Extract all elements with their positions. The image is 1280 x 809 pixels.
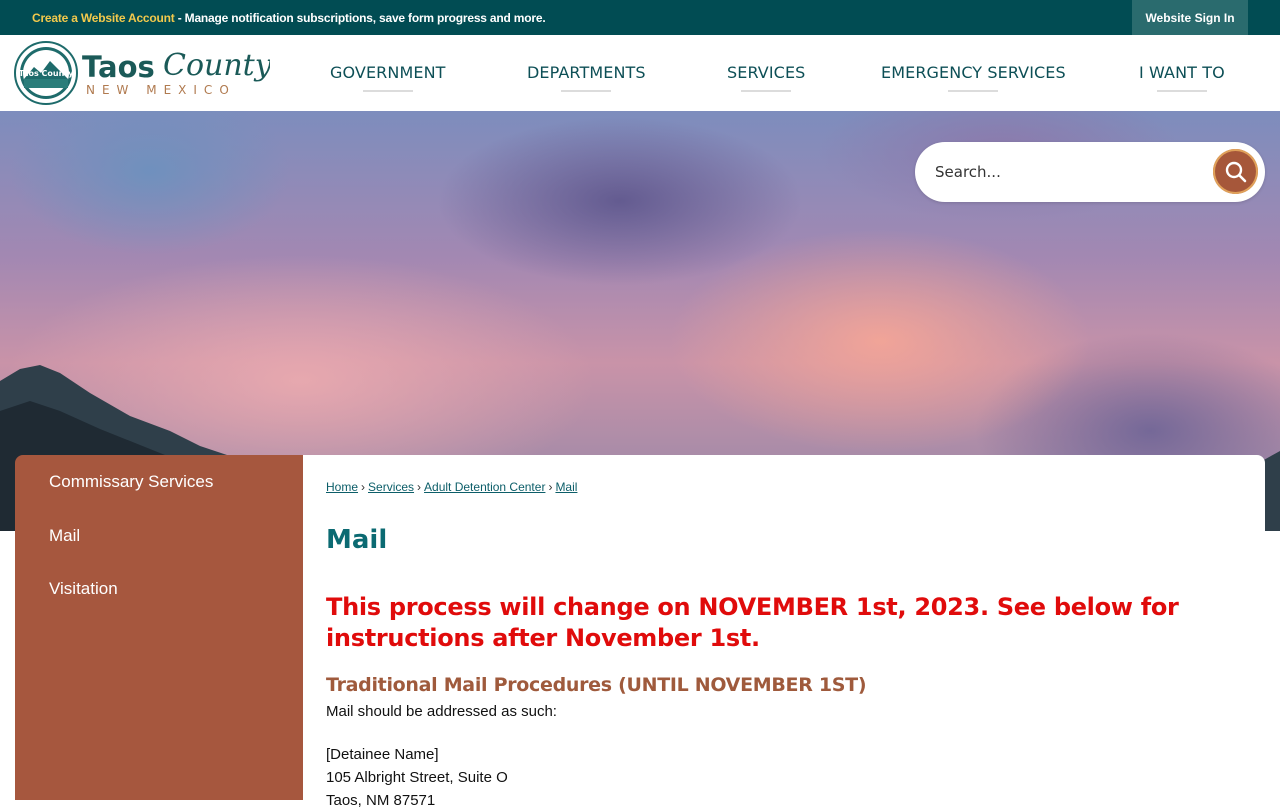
nav-underline [741, 90, 792, 92]
sidebar-item-commissary-services[interactable]: Commissary Services [49, 472, 213, 492]
traditional-mail-heading: Traditional Mail Procedures (UNTIL NOVEM… [326, 674, 867, 696]
breadcrumb-separator: › [361, 480, 366, 494]
nav-government-label: GOVERNMENT [330, 63, 446, 82]
search-button[interactable] [1213, 149, 1258, 194]
nav-emergency-services[interactable]: EMERGENCY SERVICES [881, 63, 1066, 92]
county-seal-icon: Taos County [14, 41, 78, 105]
search-icon [1225, 161, 1246, 182]
nav-departments-label: DEPARTMENTS [527, 63, 646, 82]
page-title: Mail [326, 525, 388, 555]
nav-underline [362, 90, 413, 92]
taos-county-logo[interactable]: Taos County Taos County NEW MEXICO [14, 41, 273, 105]
nav-emergency-services-label: EMERGENCY SERVICES [881, 63, 1066, 82]
nav-services[interactable]: SERVICES [727, 63, 806, 92]
sidebar-item-mail[interactable]: Mail [49, 526, 80, 546]
nav-underline [561, 90, 612, 92]
nav-underline [948, 90, 999, 92]
nav-underline [1156, 90, 1207, 92]
address-line: Taos, NM 87571 [326, 792, 436, 809]
nav-i-want-to[interactable]: I WANT TO [1139, 63, 1225, 92]
nav-departments[interactable]: DEPARTMENTS [527, 63, 646, 92]
nav-i-want-to-label: I WANT TO [1139, 63, 1225, 82]
breadcrumb-home-link[interactable]: Home [326, 480, 358, 494]
account-message-text: - Manage notification subscriptions, sav… [174, 11, 546, 25]
breadcrumb: Home › Services › Adult Detention Center › Mai… [326, 480, 577, 494]
sidebar-nav [15, 455, 303, 800]
create-account-link[interactable]: Create a Website Account [32, 11, 175, 25]
breadcrumb-mail-link[interactable]: Mail [555, 480, 577, 494]
top-notification-bar: Create a Website Account - Manage notifi… [0, 0, 1280, 35]
account-message: Create a Website Account - Manage notifi… [32, 11, 546, 25]
mail-intro-text: Mail should be addressed as such: [326, 703, 557, 720]
seal-text: Taos County [19, 69, 74, 78]
website-sign-in-button[interactable]: Website Sign In [1132, 0, 1248, 35]
process-change-alert: This process will change on NOVEMBER 1st… [326, 593, 1179, 652]
breadcrumb-separator: › [548, 480, 553, 494]
logo-state: NEW MEXICO [86, 83, 236, 97]
logo-name-bold: Taos [82, 50, 155, 84]
breadcrumb-adult-detention-center-link[interactable]: Adult Detention Center [424, 480, 545, 494]
search-input[interactable]: Search... [935, 163, 1001, 181]
breadcrumb-services-link[interactable]: Services [368, 480, 414, 494]
nav-services-label: SERVICES [727, 63, 806, 82]
breadcrumb-separator: › [417, 480, 422, 494]
address-line: 105 Albright Street, Suite O [326, 769, 508, 786]
logo-name-script: County [163, 48, 270, 83]
address-line: [Detainee Name] [326, 746, 439, 763]
sidebar-item-visitation[interactable]: Visitation [49, 579, 118, 599]
nav-government[interactable]: GOVERNMENT [330, 63, 446, 92]
